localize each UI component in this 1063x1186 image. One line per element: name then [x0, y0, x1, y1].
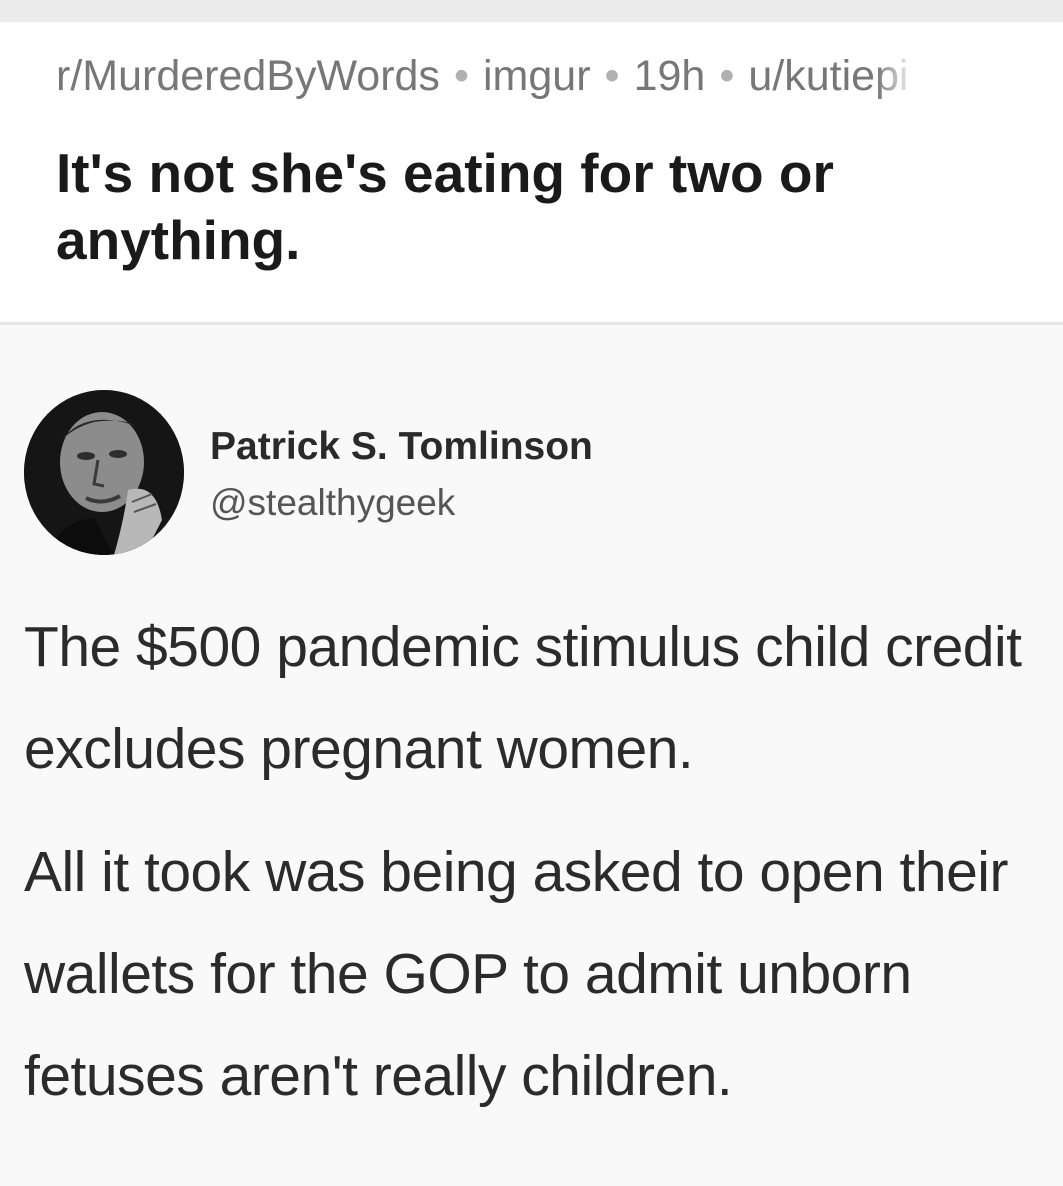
- post-age: 19h: [633, 52, 706, 100]
- meta-separator: •: [719, 52, 735, 100]
- meta-separator: •: [604, 52, 620, 100]
- source-domain-link[interactable]: imgur: [483, 52, 591, 100]
- post-title[interactable]: It's not she's eating for two or anythin…: [56, 140, 1016, 274]
- top-status-strip: [0, 0, 1063, 22]
- post-author-link[interactable]: u/kutiepi: [748, 52, 908, 100]
- tweet-paragraph: All it took was being asked to open thei…: [24, 840, 1008, 1108]
- avatar-portrait-icon: [24, 390, 184, 555]
- tweet-author-name: Patrick S. Tomlinson: [210, 425, 593, 468]
- post-meta-line: r/MurderedByWords • imgur • 19h • u/kutiepi: [56, 52, 1046, 101]
- subreddit-link[interactable]: r/MurderedByWords: [56, 52, 440, 100]
- avatar: [24, 390, 184, 555]
- meta-separator: •: [453, 52, 469, 100]
- tweet-author-handle: @stealthygeek: [210, 482, 456, 523]
- tweet-paragraph: The $500 pandemic stimulus child credit …: [24, 615, 1022, 781]
